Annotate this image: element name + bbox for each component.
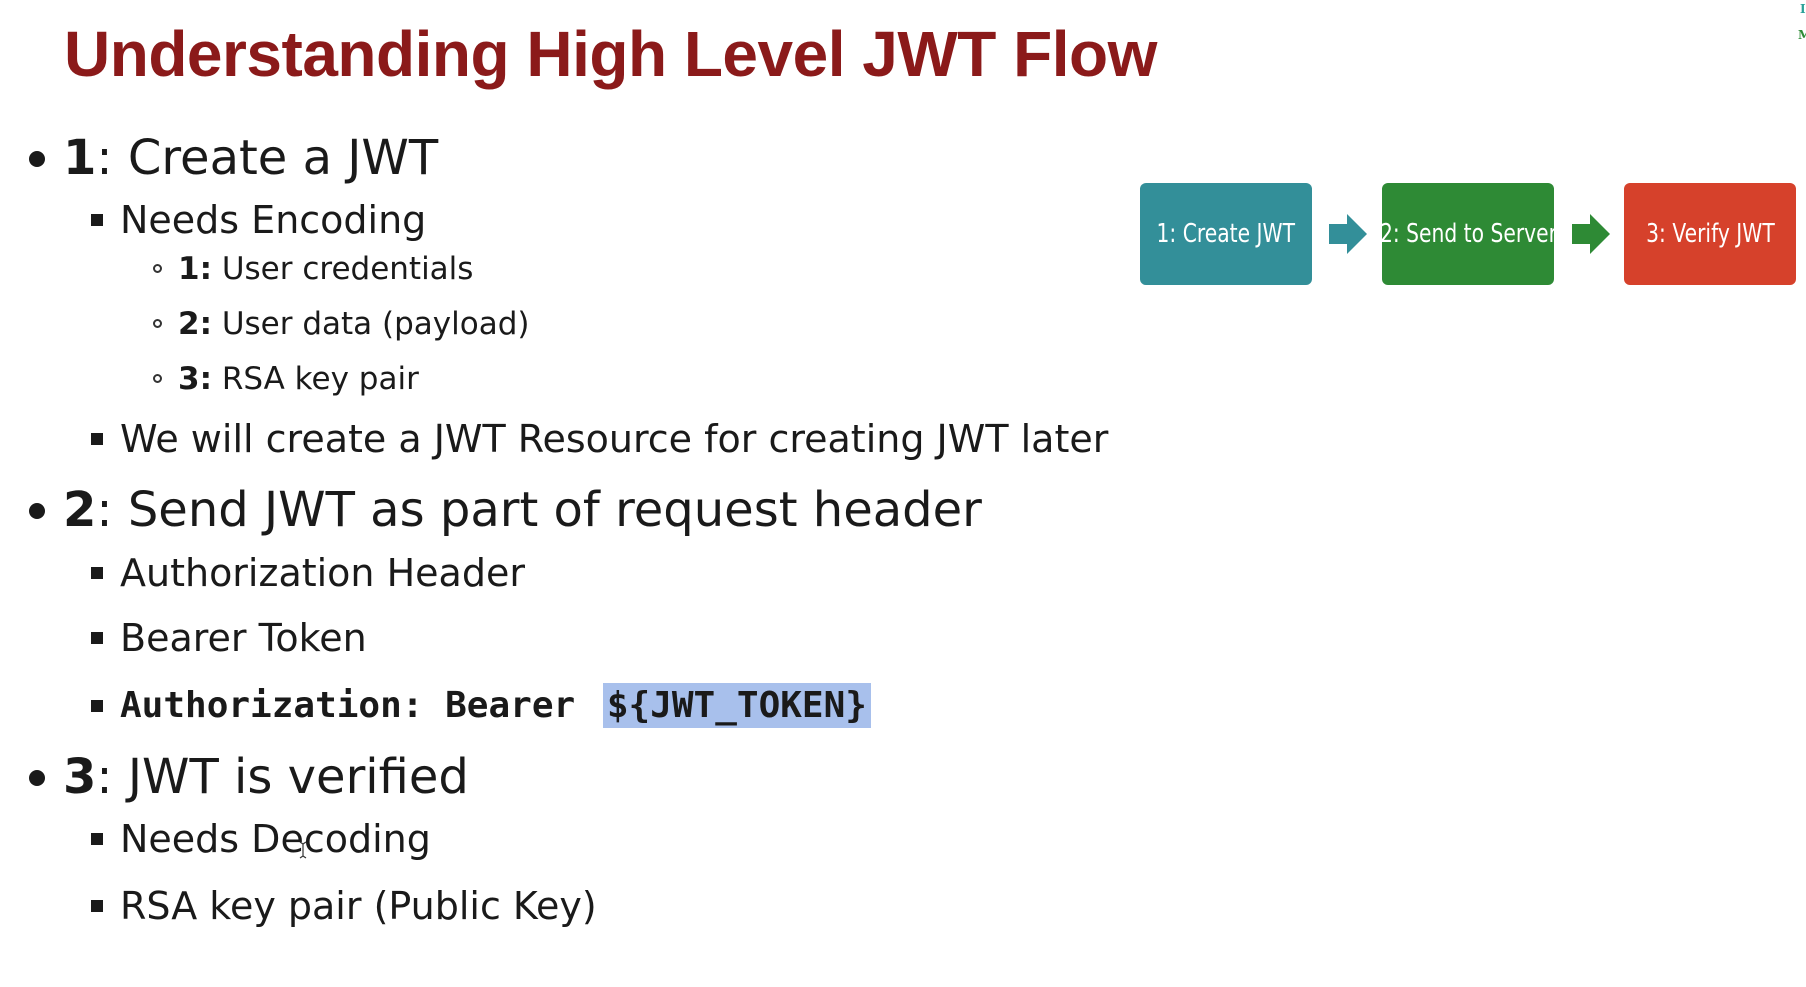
bearer-token-item: Bearer Token <box>120 616 367 660</box>
user-credentials-item: 1: User credentials <box>178 250 473 288</box>
corner-clipped-text-2: M <box>1798 28 1806 42</box>
flow-step-send-to-server-label: 2: Send to Server <box>1379 219 1557 249</box>
bullet-step-2 <box>29 503 45 519</box>
step-3-number: 3 <box>63 749 97 805</box>
needs-encoding-item: Needs Encoding <box>120 198 427 242</box>
bullet-user-credentials <box>153 264 162 273</box>
flow-step-create-jwt-label: 1: Create JWT <box>1156 219 1296 249</box>
authorization-header-item: Authorization Header <box>120 551 525 595</box>
flow-step-verify-jwt-label: 3: Verify JWT <box>1645 219 1775 249</box>
step-2-number: 2 <box>63 482 97 538</box>
code-jwt-token-highlight[interactable]: ${JWT_TOKEN} <box>602 683 871 728</box>
code-bearer: Bearer <box>445 685 576 726</box>
step-3-text: : JWT is verified <box>96 749 469 805</box>
bullet-needs-encoding <box>91 214 103 226</box>
bullet-bearer-token <box>91 632 103 644</box>
step-1-heading: 1: Create a JWT <box>63 130 438 186</box>
step-3-heading: 3: JWT is verified <box>63 749 469 805</box>
jwt-resource-item: We will create a JWT Resource for creati… <box>120 417 1109 461</box>
bullet-rsa-public-key <box>91 900 103 912</box>
rsa-key-pair-number: 3: <box>178 361 212 397</box>
code-authorization: Authorization: <box>120 685 424 726</box>
bullet-user-data <box>153 319 162 328</box>
bullet-step-3 <box>29 770 45 786</box>
bullet-rsa-key-pair <box>153 374 162 383</box>
text-cursor-icon <box>299 841 307 859</box>
step-2-text: : Send JWT as part of request header <box>96 482 982 538</box>
step-1-text: : Create a JWT <box>96 130 439 186</box>
bullet-authorization-header <box>91 567 103 579</box>
user-data-number: 2: <box>178 306 212 342</box>
rsa-key-pair-item: 3: RSA key pair <box>178 360 419 398</box>
flow-step-create-jwt: 1: Create JWT <box>1140 183 1312 285</box>
bullet-jwt-resource <box>91 433 103 445</box>
flow-arrow-right-icon <box>1329 214 1367 254</box>
step-2-heading: 2: Send JWT as part of request header <box>63 482 982 538</box>
flow-step-verify-jwt: 3: Verify JWT <box>1624 183 1796 285</box>
corner-clipped-text-1: I <box>1800 2 1806 16</box>
user-credentials-text: User credentials <box>211 251 474 287</box>
step-1-number: 1 <box>63 130 97 186</box>
slide-title: Understanding High Level JWT Flow <box>64 18 1157 90</box>
needs-decoding-item: Needs Decoding <box>120 817 431 861</box>
user-data-item: 2: User data (payload) <box>178 305 529 343</box>
user-data-text: User data (payload) <box>211 306 530 342</box>
bullet-needs-decoding <box>91 833 103 845</box>
bullet-authorization-code <box>91 700 103 712</box>
rsa-key-pair-text: RSA key pair <box>211 361 419 397</box>
user-credentials-number: 1: <box>178 251 212 287</box>
authorization-code-line: Authorization: Bearer ${JWT_TOKEN} <box>120 683 871 729</box>
bullet-step-1 <box>29 151 45 167</box>
rsa-public-key-item: RSA key pair (Public Key) <box>120 884 597 928</box>
flow-arrow-right-icon <box>1572 214 1610 254</box>
flow-step-send-to-server: 2: Send to Server <box>1379 183 1557 285</box>
